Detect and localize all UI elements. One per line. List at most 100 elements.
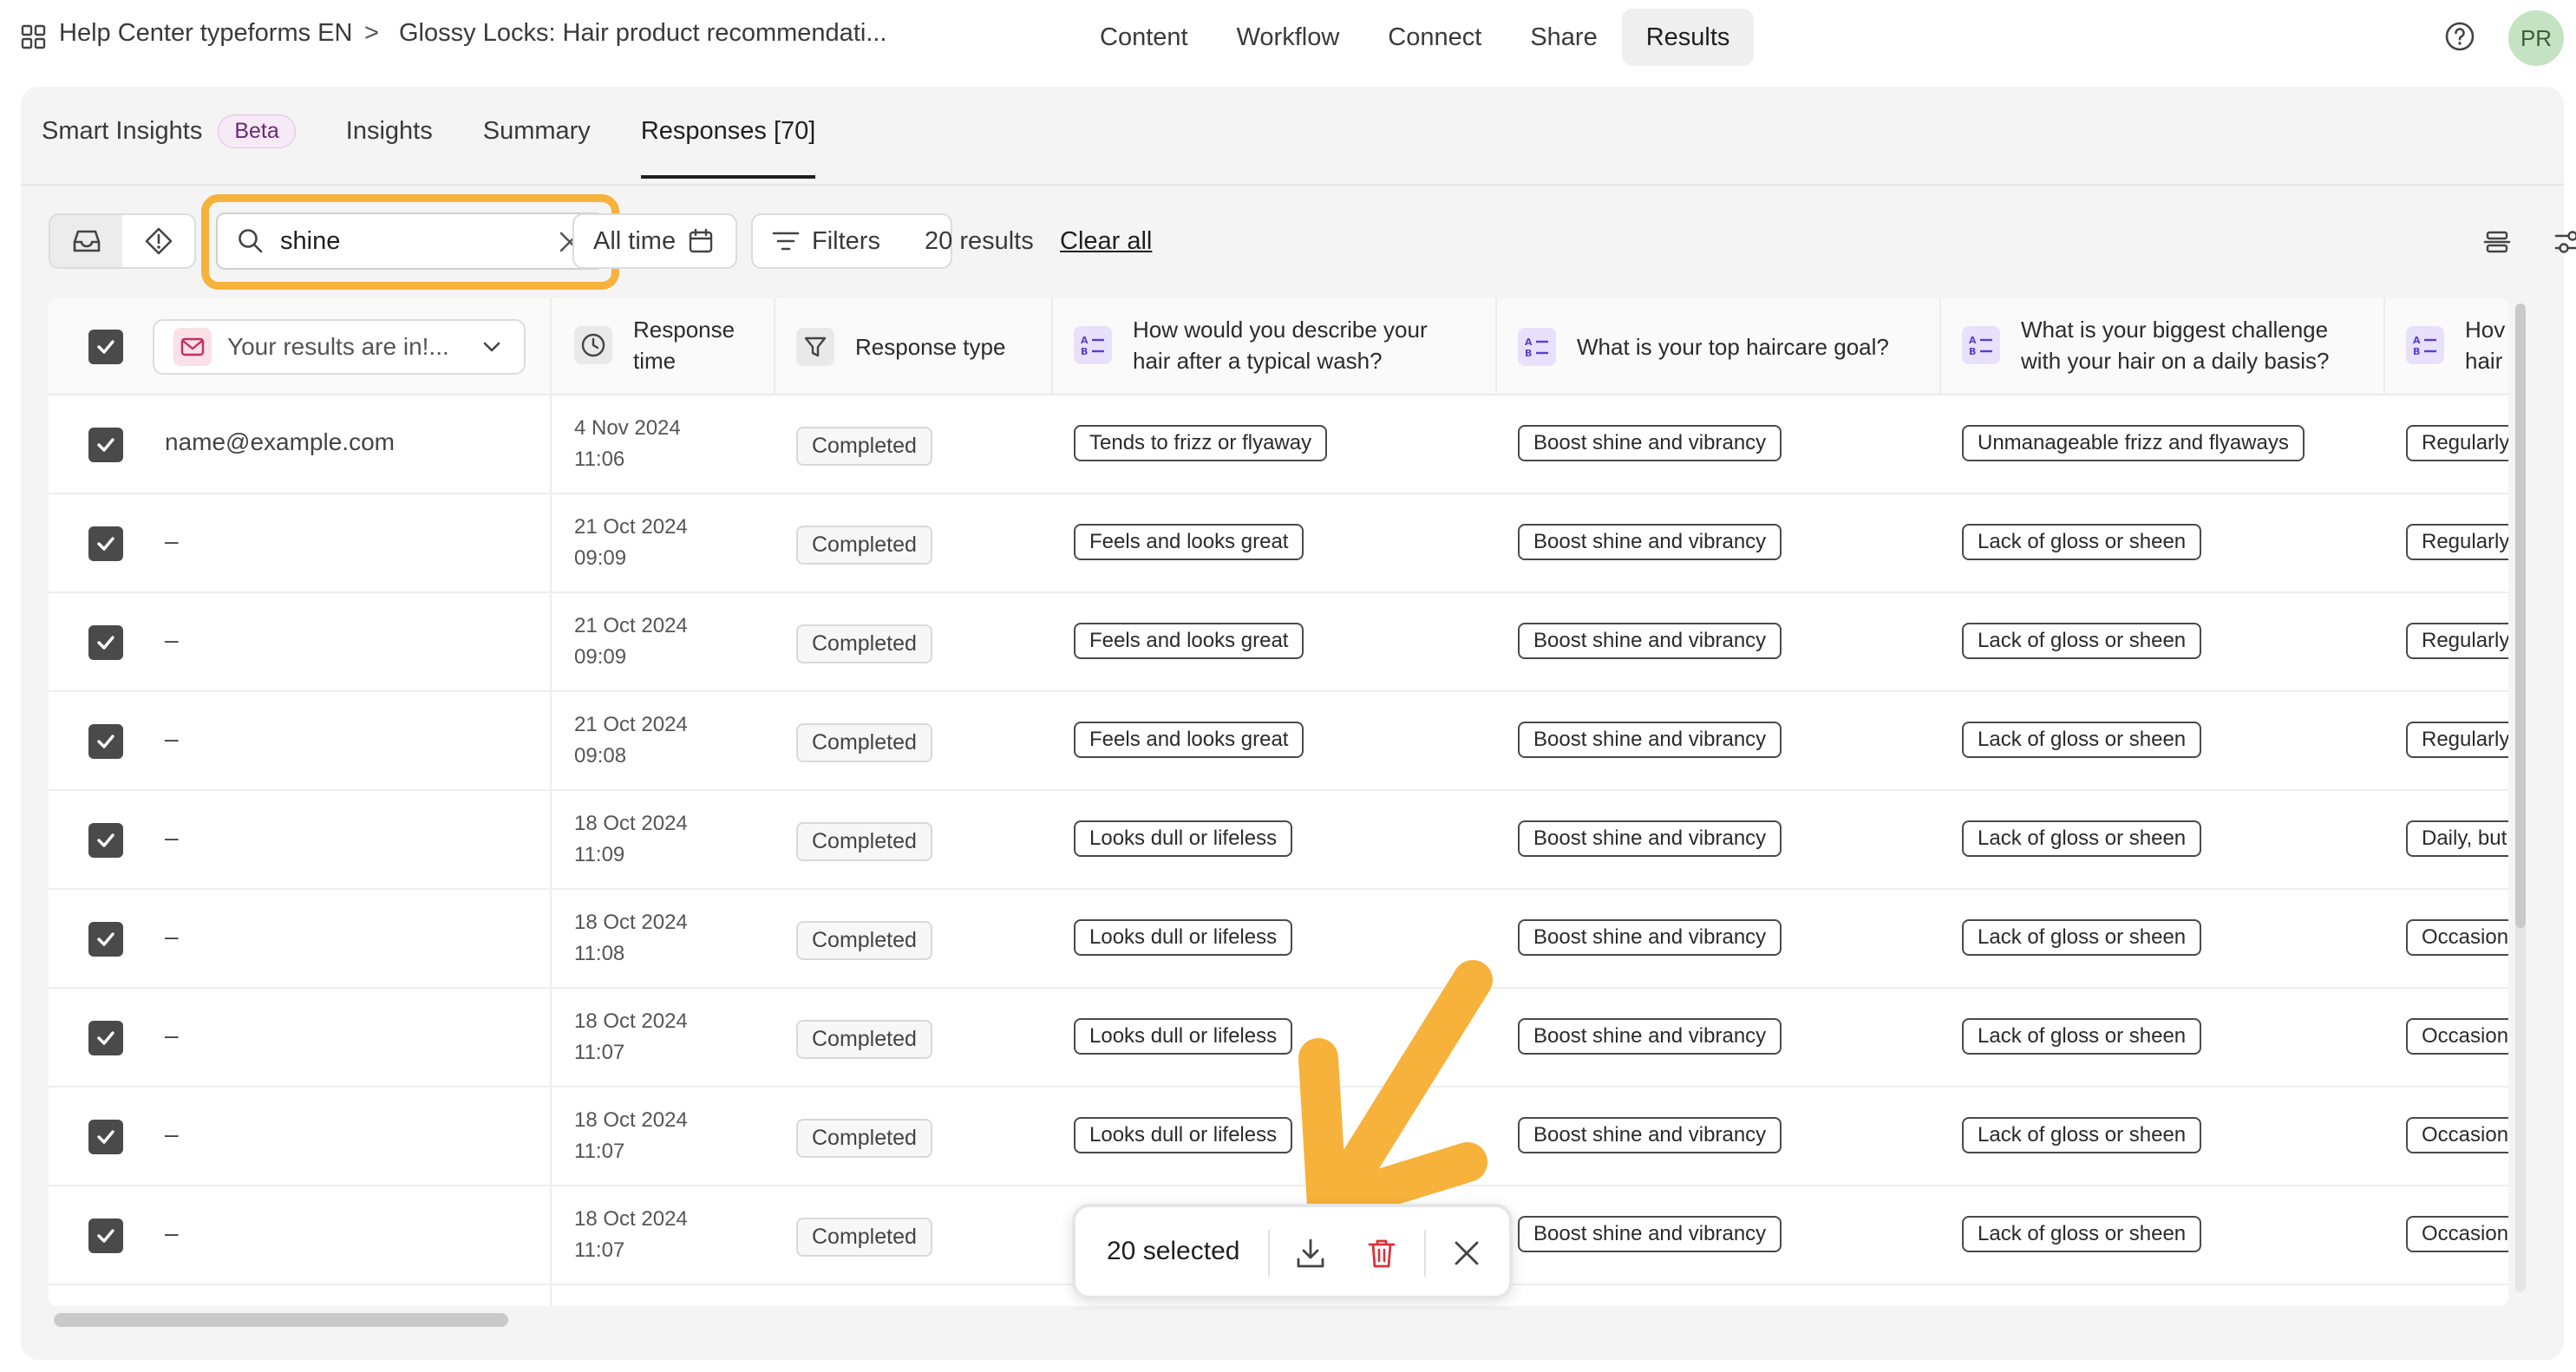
search-input[interactable] — [280, 226, 514, 256]
row-divider — [49, 591, 2508, 593]
header-question-3-label: What is your biggest challenge with your… — [2021, 317, 2330, 374]
row-checkbox[interactable] — [88, 1021, 123, 1055]
status-badge: Completed — [796, 921, 932, 960]
answer-tag: Lack of gloss or sheen — [1962, 1117, 2202, 1153]
row-email: – — [165, 527, 179, 554]
clock-icon — [574, 326, 612, 364]
answer-tag: Lack of gloss or sheen — [1962, 919, 2202, 956]
row-checkbox[interactable] — [88, 526, 123, 561]
row-answer-q3: Lack of gloss or sheen — [1962, 919, 2202, 956]
nav-results[interactable]: Results — [1621, 9, 1755, 66]
user-avatar[interactable]: PR — [2508, 10, 2564, 66]
tab-responses[interactable]: Responses [70] — [640, 117, 815, 179]
row-response-time: 18 Oct 2024 11:07 — [574, 1204, 688, 1266]
multiple-choice-icon: AB — [1518, 328, 1556, 366]
row-answer-q4: Regularly — [2406, 425, 2508, 461]
row-density-icon[interactable] — [2482, 227, 2512, 257]
status-badge: Completed — [796, 822, 932, 861]
answer-tag: Looks dull or lifeless — [1074, 1018, 1293, 1055]
row-answer-q1: Looks dull or lifeless — [1074, 1018, 1293, 1055]
row-checkbox[interactable] — [88, 625, 123, 660]
row-date: 18 Oct 2024 — [574, 1207, 688, 1231]
vertical-scrollbar[interactable] — [2515, 304, 2526, 1292]
breadcrumb-workspace[interactable]: Help Center typeforms EN — [59, 19, 352, 48]
vertical-scrollbar-thumb[interactable] — [2515, 304, 2526, 928]
download-selected-icon[interactable] — [1294, 1237, 1327, 1270]
clear-all-link[interactable]: Clear all — [1060, 227, 1152, 256]
row-answer-q2: Boost shine and vibrancy — [1518, 820, 1782, 857]
inbox-view-button[interactable] — [50, 215, 122, 267]
row-checkbox[interactable] — [88, 1120, 123, 1154]
row-date: 21 Oct 2024 — [574, 614, 688, 637]
search-field[interactable] — [216, 212, 605, 270]
row-time: 11:07 — [574, 1140, 625, 1163]
answer-tag: Boost shine and vibrancy — [1518, 820, 1782, 857]
row-answer-q3: Lack of gloss or sheen — [1962, 722, 2202, 758]
answer-tag: Lack of gloss or sheen — [1962, 722, 2202, 758]
status-badge: Completed — [796, 427, 932, 466]
select-all-checkbox[interactable] — [88, 330, 123, 364]
header-question-2[interactable]: AB What is your top haircare goal? — [1518, 328, 1889, 366]
answer-tag: Boost shine and vibrancy — [1518, 1216, 1782, 1252]
status-badge: Completed — [796, 723, 932, 762]
row-checkbox[interactable] — [88, 428, 123, 462]
row-checkbox[interactable] — [88, 724, 123, 759]
horizontal-scrollbar[interactable] — [54, 1313, 508, 1327]
view-toggle — [49, 213, 196, 269]
tab-summary[interactable]: Summary — [483, 117, 591, 146]
trash-icon[interactable] — [1365, 1237, 1398, 1270]
breadcrumb-form-title[interactable]: Glossy Locks: Hair product recommendati.… — [399, 19, 886, 48]
row-response-time: 21 Oct 2024 09:09 — [574, 512, 688, 574]
tab-insights[interactable]: Insights — [346, 117, 433, 146]
nav-content[interactable]: Content — [1076, 9, 1213, 66]
row-divider — [49, 493, 2508, 494]
row-checkbox[interactable] — [88, 823, 123, 858]
help-circle-icon[interactable] — [2444, 21, 2475, 52]
filters-button[interactable]: Filters — [751, 213, 952, 269]
row-checkbox[interactable] — [88, 1218, 123, 1253]
row-answer-q4: Occasion — [2406, 1117, 2508, 1153]
column-divider — [1495, 298, 1497, 395]
nav-connect[interactable]: Connect — [1363, 9, 1506, 66]
row-answer-q1: Feels and looks great — [1074, 623, 1304, 659]
settings-sliders-icon[interactable] — [2553, 227, 2576, 257]
nav-workflow[interactable]: Workflow — [1213, 9, 1364, 66]
row-response-time: 4 Nov 2024 11:06 — [574, 413, 681, 475]
answer-tag: Boost shine and vibrancy — [1518, 722, 1782, 758]
close-selection-icon[interactable] — [1450, 1237, 1483, 1270]
row-answer-q2: Boost shine and vibrancy — [1518, 1216, 1782, 1252]
date-range-button[interactable]: All time — [572, 213, 737, 269]
row-response-type: Completed — [796, 723, 932, 762]
selection-action-bar: 20 selected — [1072, 1204, 1513, 1299]
header-question-4[interactable]: AB Hov hair — [2406, 314, 2508, 376]
row-time: 11:09 — [574, 843, 625, 866]
row-email: – — [165, 824, 179, 851]
row-answer-q2: Boost shine and vibrancy — [1518, 919, 1782, 956]
answer-tag: Feels and looks great — [1074, 722, 1304, 758]
header-response-type[interactable]: Response type — [796, 328, 1005, 366]
row-date: 18 Oct 2024 — [574, 1108, 688, 1132]
answer-tag: Regularly — [2406, 524, 2508, 560]
row-checkbox[interactable] — [88, 922, 123, 957]
svg-text:B: B — [1525, 348, 1532, 358]
tab-smart-insights[interactable]: Smart Insights Beta — [42, 114, 296, 148]
header-question-3[interactable]: AB What is your biggest challenge with y… — [1962, 314, 2378, 376]
email-column-selector[interactable]: Your results are in!... — [153, 319, 526, 375]
nav-share[interactable]: Share — [1506, 9, 1621, 66]
header-response-time[interactable]: Response time — [574, 314, 765, 376]
row-answer-q4: Regularly — [2406, 623, 2508, 659]
answer-tag: Boost shine and vibrancy — [1518, 425, 1782, 461]
answer-tag: Looks dull or lifeless — [1074, 919, 1293, 956]
check-icon — [97, 636, 114, 650]
column-divider — [550, 298, 552, 1306]
selected-count: 20 selected — [1107, 1237, 1240, 1265]
row-response-type: Completed — [796, 1020, 932, 1059]
row-email: – — [165, 725, 179, 752]
check-icon — [97, 833, 114, 847]
row-time: 09:09 — [574, 645, 627, 669]
header-question-1[interactable]: AB How would you describe your hair afte… — [1074, 314, 1490, 376]
column-divider — [2383, 298, 2385, 395]
answer-tag: Lack of gloss or sheen — [1962, 1018, 2202, 1055]
apps-grid-icon[interactable] — [21, 24, 47, 50]
alert-view-button[interactable] — [122, 215, 194, 267]
